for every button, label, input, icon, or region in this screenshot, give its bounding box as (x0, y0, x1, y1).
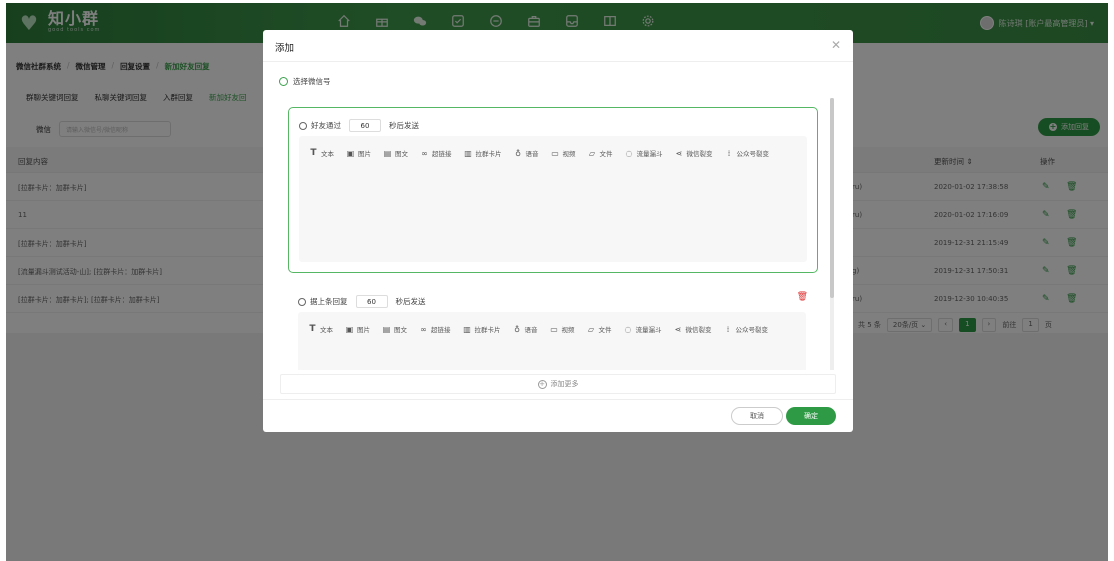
group-card-tool[interactable]: ▥ 拉群卡片 (464, 148, 501, 159)
confirm-button[interactable]: 确定 (786, 407, 836, 425)
article-tool[interactable]: ▤ 图文 (382, 324, 407, 335)
article-tool[interactable]: ▤ 图文 (383, 148, 408, 159)
reply-editor[interactable]: T 文本 ▣ 图片 ▤ 图文 ∞ 超链接 ▥ 拉群卡片 ♁ 语音 ▭ 视频 ▱ 文件 ◌ 流量漏斗… (299, 136, 807, 262)
block-delay-row: 好友通过 60 秒后发送 (299, 119, 419, 132)
text-tool[interactable]: T 文本 (308, 324, 333, 334)
video-tool[interactable]: ▭ 视频 (550, 324, 574, 335)
plus-circle-icon: + (537, 379, 547, 389)
reply-block: 据上条回复 60 秒后发送 🗑 T 文本 ▣ 图片 ▤ 图文 ∞ 超链接 ▥ 拉群卡片 ♁… (288, 284, 818, 370)
reply-block: 好友通过 60 秒后发送 T 文本 ▣ 图片 ▤ 图文 ∞ 超链接 ▥ 拉群卡片 ♁ 语音 … (288, 107, 818, 273)
add-modal: 添加 ✕ 选择微信号 好友通过 60 秒后发送 T 文本 ▣ 图片 ▤ 图文 ∞… (263, 30, 853, 432)
text-tool[interactable]: T 文本 (309, 148, 334, 158)
official-fission-tool[interactable]: ⁞ 公众号裂变 (725, 148, 769, 159)
select-wechat-button[interactable]: 选择微信号 (279, 76, 331, 87)
cancel-button[interactable]: 取消 (731, 407, 783, 425)
group-card-tool[interactable]: ▥ 拉群卡片 (463, 324, 500, 335)
modal-footer: 取消 确定 (263, 399, 853, 432)
funnel-tool[interactable]: ◌ 流量漏斗 (625, 148, 663, 159)
file-tool[interactable]: ▱ 文件 (587, 324, 612, 335)
clock-icon (299, 121, 307, 130)
voice-tool[interactable]: ♁ 语音 (513, 324, 537, 335)
delay-seconds-input[interactable]: 60 (355, 295, 388, 308)
delay-seconds-input[interactable]: 60 (349, 119, 381, 132)
image-tool[interactable]: ▣ 图片 (346, 148, 371, 159)
official-fission-tool[interactable]: ⁞ 公众号裂变 (724, 324, 768, 335)
funnel-tool[interactable]: ◌ 流量漏斗 (624, 324, 662, 335)
user-circle-icon (279, 77, 288, 86)
app-frame: ♥ 知小群 good tools com 陈诗琪 [账户最高管理员] ▾ 微信 (6, 3, 1108, 561)
link-tool[interactable]: ∞ 超链接 (420, 148, 451, 159)
delete-block-icon[interactable]: 🗑 (797, 292, 808, 302)
fission-tool[interactable]: ⋖ 微信裂变 (675, 148, 713, 159)
content-toolbar: T 文本 ▣ 图片 ▤ 图文 ∞ 超链接 ▥ 拉群卡片 ♁ 语音 ▭ 视频 ▱ 文件 ◌ 流量漏斗… (308, 324, 788, 334)
content-toolbar: T 文本 ▣ 图片 ▤ 图文 ∞ 超链接 ▥ 拉群卡片 ♁ 语音 ▭ 视频 ▱ 文件 ◌ 流量漏斗… (309, 148, 789, 158)
block-delay-row: 据上条回复 60 秒后发送 (298, 295, 426, 308)
reply-editor[interactable]: T 文本 ▣ 图片 ▤ 图文 ∞ 超链接 ▥ 拉群卡片 ♁ 语音 ▭ 视频 ▱ 文件 ◌ 流量漏斗… (298, 312, 806, 370)
modal-header: 添加 ✕ (263, 30, 853, 62)
add-more-button[interactable]: + 添加更多 (280, 374, 836, 394)
voice-tool[interactable]: ♁ 语音 (514, 148, 538, 159)
clock-icon (298, 297, 306, 306)
close-icon[interactable]: ✕ (831, 38, 841, 52)
file-tool[interactable]: ▱ 文件 (588, 148, 613, 159)
video-tool[interactable]: ▭ 视频 (551, 148, 575, 159)
scrollbar-thumb[interactable] (830, 98, 834, 298)
reply-blocks-scroll[interactable]: 好友通过 60 秒后发送 T 文本 ▣ 图片 ▤ 图文 ∞ 超链接 ▥ 拉群卡片 ♁ 语音 … (280, 98, 836, 370)
fission-tool[interactable]: ⋖ 微信裂变 (674, 324, 712, 335)
image-tool[interactable]: ▣ 图片 (345, 324, 370, 335)
link-tool[interactable]: ∞ 超链接 (419, 324, 450, 335)
scrollbar[interactable] (830, 98, 834, 370)
modal-title: 添加 (275, 43, 295, 54)
